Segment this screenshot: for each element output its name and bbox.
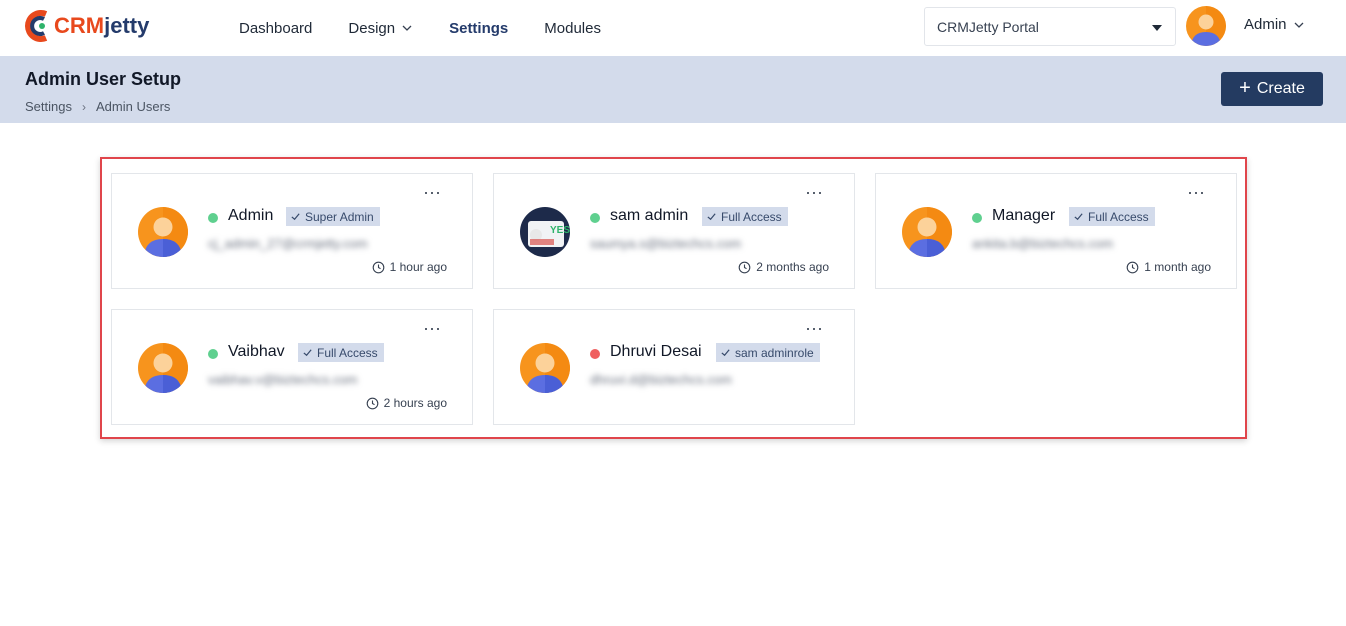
user-email: ankita.b@biztechcs.com bbox=[972, 236, 1114, 251]
last-active-text: 2 months ago bbox=[756, 260, 829, 274]
status-dot bbox=[208, 349, 218, 359]
check-icon bbox=[303, 349, 312, 357]
breadcrumb-separator-icon: › bbox=[81, 99, 86, 114]
last-active-text: 2 hours ago bbox=[383, 396, 447, 410]
portal-select[interactable]: CRMJetty Portal bbox=[924, 7, 1176, 46]
status-dot bbox=[972, 213, 982, 223]
more-options-icon[interactable]: ⋯ bbox=[805, 184, 824, 202]
nav-item-label: Settings bbox=[449, 19, 509, 37]
nav-item-label: Modules bbox=[544, 19, 601, 37]
breadcrumb-item-settings[interactable]: Settings bbox=[25, 99, 72, 114]
clock-icon bbox=[738, 261, 751, 273]
role-badge: sam adminrole bbox=[716, 343, 820, 362]
clock-icon bbox=[1126, 261, 1139, 273]
last-active: 1 month ago bbox=[1126, 260, 1211, 274]
plus-icon: + bbox=[1239, 77, 1251, 99]
user-name: Manager bbox=[992, 207, 1056, 224]
user-photo-avatar: YES bbox=[520, 207, 570, 257]
more-options-icon[interactable]: ⋯ bbox=[423, 320, 442, 338]
clock-icon bbox=[366, 397, 378, 409]
user-card[interactable]: ⋯ Manager Full Access ankita.b@biztechcs.co… bbox=[875, 173, 1237, 289]
user-menu[interactable]: Admin bbox=[1244, 16, 1305, 33]
user-avatar bbox=[138, 207, 188, 257]
main-nav: Dashboard Design Settings Modules bbox=[239, 0, 601, 56]
nav-item-design[interactable]: Design bbox=[348, 20, 413, 37]
user-avatar bbox=[902, 207, 952, 257]
page-header: Admin User Setup Settings › Admin Users … bbox=[0, 56, 1346, 123]
breadcrumb: Settings › Admin Users bbox=[25, 99, 170, 114]
status-dot bbox=[208, 213, 218, 223]
more-options-icon[interactable]: ⋯ bbox=[423, 184, 442, 202]
check-icon bbox=[707, 213, 716, 221]
user-email: vaibhav.v@biztechcs.com bbox=[208, 372, 358, 387]
user-email: cj_admin_27@crmjetty.com bbox=[208, 236, 368, 251]
role-badge-label: Full Access bbox=[317, 345, 378, 360]
role-badge-label: Full Access bbox=[721, 209, 782, 224]
user-menu-label: Admin bbox=[1244, 16, 1287, 33]
role-badge-label: Full Access bbox=[1088, 209, 1149, 224]
create-button-label: Create bbox=[1256, 80, 1305, 97]
logo-jetty-text: jetty bbox=[104, 13, 150, 38]
crmjetty-logo[interactable]: CRMjetty bbox=[24, 8, 149, 44]
user-email: dhruvi.d@biztechcs.com bbox=[590, 372, 732, 387]
chevron-down-icon bbox=[1294, 22, 1303, 28]
portal-select-value: CRMJetty Portal bbox=[937, 18, 1039, 35]
user-avatar bbox=[138, 343, 188, 393]
status-dot bbox=[590, 213, 600, 223]
check-icon bbox=[291, 213, 300, 221]
clock-icon bbox=[372, 261, 384, 273]
chevron-down-icon bbox=[402, 25, 412, 31]
breadcrumb-item-admin-users: Admin Users bbox=[95, 99, 171, 114]
create-button[interactable]: + Create bbox=[1221, 72, 1323, 106]
logo-wordmark: CRMjetty bbox=[54, 13, 149, 39]
more-options-icon[interactable]: ⋯ bbox=[805, 320, 824, 338]
last-active-text: 1 month ago bbox=[1144, 260, 1211, 274]
check-icon bbox=[721, 349, 730, 357]
user-card[interactable]: ⋯ YES sam admin Full Access saumya.s@biztech… bbox=[493, 173, 855, 289]
last-active-text: 1 hour ago bbox=[389, 260, 447, 274]
crmjetty-logo-icon bbox=[25, 10, 48, 42]
role-badge: Full Access bbox=[1069, 207, 1155, 226]
role-badge: Full Access bbox=[702, 207, 788, 226]
user-email: saumya.s@biztechcs.com bbox=[590, 236, 742, 251]
last-active: 2 months ago bbox=[738, 260, 829, 274]
logo-crm-text: CRM bbox=[54, 13, 105, 38]
user-name: sam admin bbox=[610, 207, 689, 224]
user-name: Dhruvi Desai bbox=[610, 343, 702, 360]
nav-item-dashboard[interactable]: Dashboard bbox=[239, 20, 312, 37]
last-active: 1 hour ago bbox=[372, 260, 447, 274]
role-badge: Full Access bbox=[298, 343, 384, 362]
role-badge-label: Super Admin bbox=[305, 209, 374, 224]
last-active: 2 hours ago bbox=[366, 396, 447, 410]
nav-item-settings[interactable]: Settings bbox=[449, 20, 508, 37]
nav-item-label: Dashboard bbox=[239, 19, 313, 37]
svg-text:YES: YES bbox=[550, 225, 570, 236]
user-card[interactable]: ⋯ Vaibhav Full Access vaibhav.v@biztechcs.c… bbox=[111, 309, 473, 425]
top-navigation-bar: CRMjetty Dashboard Design Settings Modul… bbox=[0, 0, 1346, 56]
role-badge-label: sam adminrole bbox=[735, 345, 814, 360]
page-title: Admin User Setup bbox=[25, 69, 182, 89]
nav-item-modules[interactable]: Modules bbox=[544, 20, 601, 37]
user-name: Vaibhav bbox=[228, 343, 285, 360]
role-badge: Super Admin bbox=[286, 207, 380, 226]
more-options-icon[interactable]: ⋯ bbox=[1187, 184, 1206, 202]
user-avatar[interactable] bbox=[1186, 6, 1226, 46]
nav-item-label: Design bbox=[348, 19, 396, 37]
user-name: Admin bbox=[228, 207, 274, 224]
status-dot bbox=[590, 349, 600, 359]
user-card[interactable]: ⋯ Dhruvi Desai sam adminrole dhruvi.d@bizte… bbox=[493, 309, 855, 425]
user-card[interactable]: ⋯ Admin Super Admin cj_admin_27@crmjetty.co… bbox=[111, 173, 473, 289]
caret-down-icon bbox=[1152, 25, 1162, 31]
check-icon bbox=[1074, 213, 1083, 221]
user-avatar bbox=[520, 343, 570, 393]
